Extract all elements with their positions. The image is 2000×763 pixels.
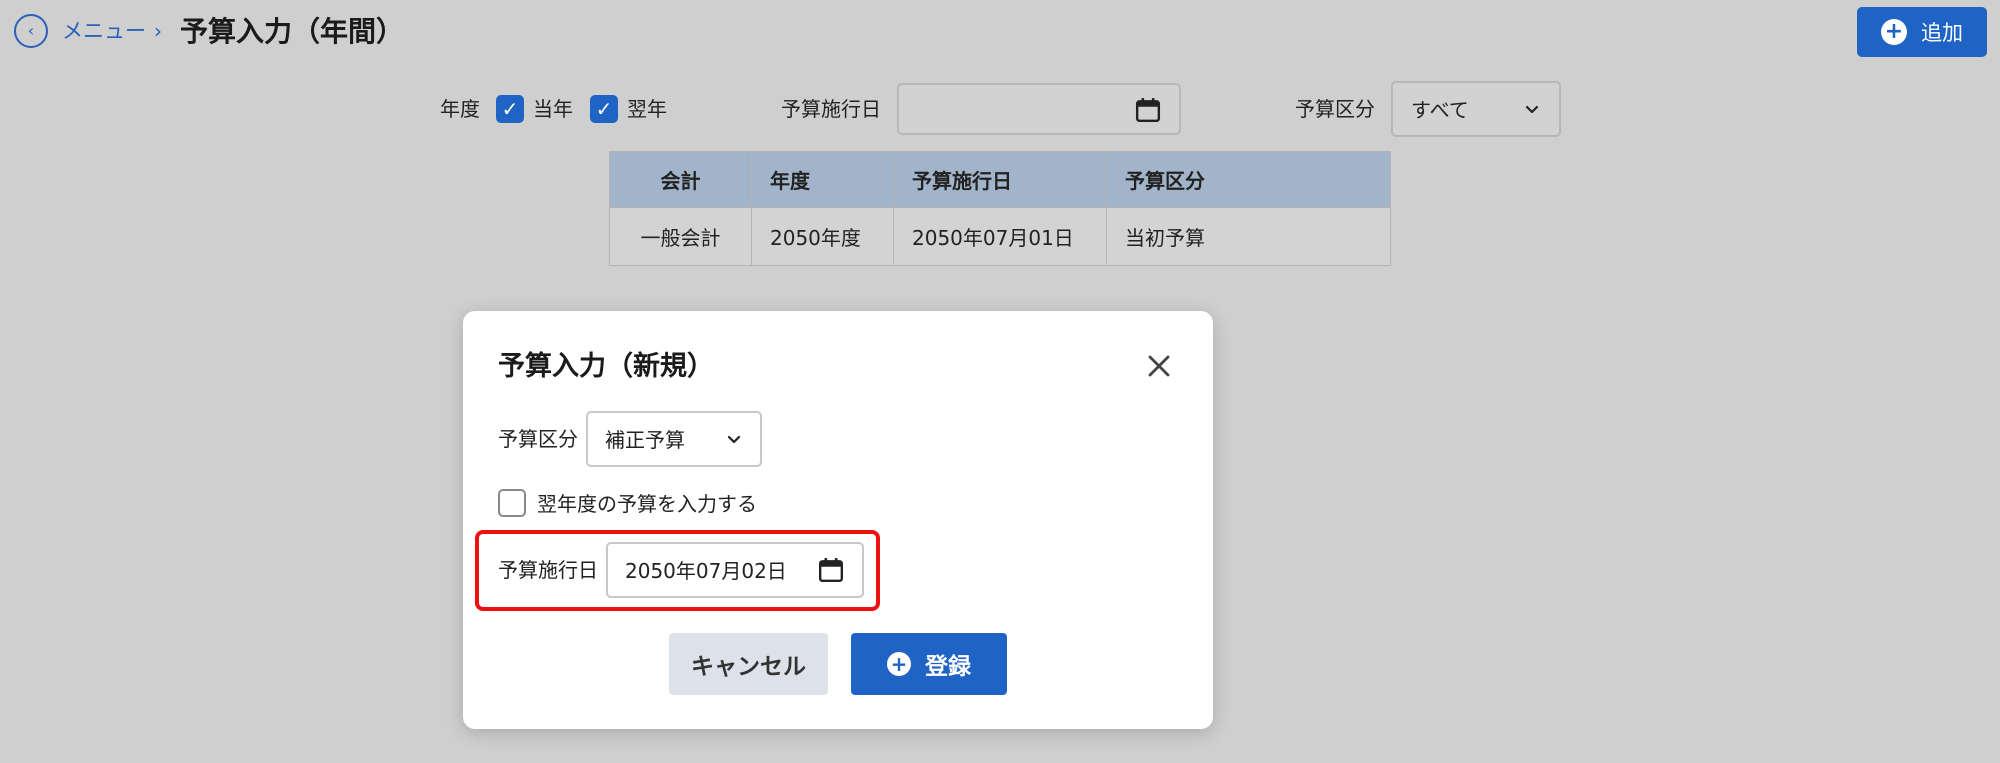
chevron-left-icon: ‹ [27,21,35,40]
page-title: 予算入力（年間） [180,15,405,48]
effective-date-filter-input[interactable] [897,83,1181,135]
table-cell-effective-date: 2050年07月01日 [893,207,1107,266]
table-cell-account: 一般会計 [609,207,752,266]
close-icon[interactable] [1147,354,1171,378]
category-filter-label: 予算区分 [1295,97,1375,121]
register-button[interactable]: + 登録 [851,633,1007,695]
table-cell-category: 当初予算 [1106,207,1391,266]
next-year-checkbox[interactable]: ✓ [590,95,618,123]
check-icon: ✓ [595,97,613,121]
chevron-down-icon [727,435,741,444]
category-filter-select[interactable]: すべて [1391,81,1561,137]
modal-effective-date-input[interactable]: 2050年07月02日 [606,542,864,598]
chevron-down-icon [1525,105,1539,114]
column-header-account: 会計 [609,151,752,208]
current-year-label: 当年 [533,97,573,121]
category-filter-value: すべて [1411,98,1469,122]
table-cell-year: 2050年度 [751,207,894,266]
modal-category-select[interactable]: 補正予算 [586,411,762,467]
modal-category-label: 予算区分 [498,427,578,451]
modal-effective-date-value: 2050年07月02日 [625,559,787,583]
column-header-effective-date: 予算施行日 [893,151,1107,208]
register-button-label: 登録 [925,654,971,680]
table-header-row: 会計 年度 予算施行日 予算区分 [609,151,1391,208]
calendar-icon[interactable] [818,557,844,583]
table-row[interactable]: 一般会計 2050年度 2050年07月01日 当初予算 [609,207,1391,266]
calendar-icon[interactable] [1135,97,1161,123]
year-filter-label: 年度 [440,97,480,121]
plus-circle-icon: + [1881,19,1907,45]
modal-effective-date-label: 予算施行日 [498,558,598,582]
current-year-checkbox[interactable]: ✓ [496,95,524,123]
modal-title: 予算入力（新規） [498,351,714,382]
add-button[interactable]: + 追加 [1857,7,1987,57]
cancel-button[interactable]: キャンセル [669,633,828,695]
column-header-year: 年度 [751,151,894,208]
modal-category-value: 補正予算 [605,428,685,452]
plus-circle-icon: + [887,652,911,676]
new-budget-modal: 予算入力（新規） 予算区分 補正予算 翌年度の予算を入力する 予算施行日 205… [463,311,1213,729]
breadcrumb-separator-icon: › [154,19,162,43]
next-year-budget-checkbox-label[interactable]: 翌年度の予算を入力する [537,489,757,519]
check-icon: ✓ [501,97,519,121]
next-year-label: 翌年 [627,97,667,121]
column-header-category: 予算区分 [1106,151,1391,208]
effective-date-filter-label: 予算施行日 [781,97,881,121]
budget-table: 会計 年度 予算施行日 予算区分 一般会計 2050年度 2050年07月01日… [609,151,1391,266]
next-year-budget-checkbox[interactable] [498,489,526,517]
add-button-label: 追加 [1921,21,1963,45]
breadcrumb-menu-link[interactable]: メニュー [62,16,146,46]
back-button[interactable]: ‹ [14,14,48,48]
